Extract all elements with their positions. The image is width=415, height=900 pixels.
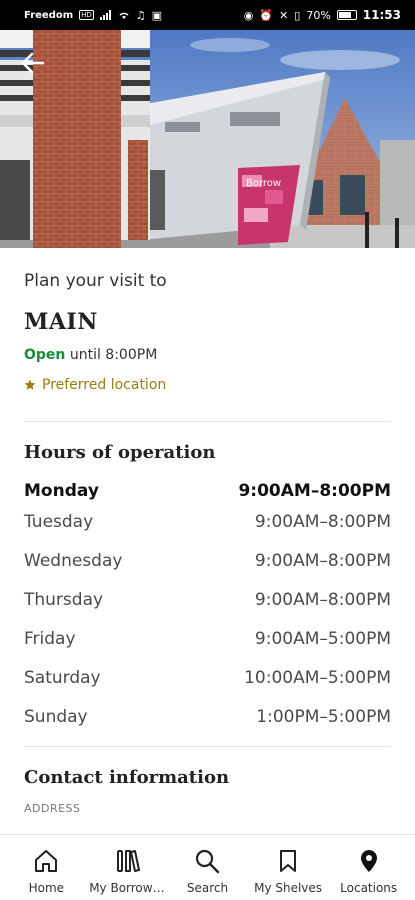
divider xyxy=(24,746,391,747)
nav-label: My Shelves xyxy=(254,881,323,895)
day-hours: 1:00PM–5:00PM xyxy=(256,707,391,727)
day-name: Sunday xyxy=(24,707,88,727)
preferred-location[interactable]: Preferred location xyxy=(24,377,391,393)
day-hours: 9:00AM–5:00PM xyxy=(254,629,391,649)
day-name: Saturday xyxy=(24,668,101,688)
nav-label: My Borrow… xyxy=(89,881,165,895)
day-hours: 9:00AM–8:00PM xyxy=(254,551,391,571)
wifi-icon xyxy=(119,12,129,19)
nav-label: Locations xyxy=(340,881,398,895)
battery-icon xyxy=(336,10,357,20)
hours-row-wednesday: Wednesday 9:00AM–8:00PM xyxy=(24,551,391,590)
music-icon: ♫ xyxy=(135,8,146,22)
alarm-icon: ⏰ xyxy=(259,8,274,22)
hours-row-sunday: Sunday 1:00PM–5:00PM xyxy=(24,707,391,746)
open-status: Open xyxy=(24,347,66,363)
plan-visit-label: Plan your visit to xyxy=(24,271,167,291)
sign-text: Borrow xyxy=(246,178,281,189)
bookmark-icon xyxy=(274,847,302,875)
hours-row-monday: Monday 9:00AM–8:00PM xyxy=(24,481,391,512)
status-bar: Freedom HD ♫ ▣ ◉ ⏰ ✕ ▯ 70% 11:53 xyxy=(0,0,415,30)
battery-percent: 70% xyxy=(306,8,331,22)
hours-row-saturday: Saturday 10:00AM–5:00PM xyxy=(24,668,391,707)
nav-home[interactable]: Home xyxy=(6,835,87,900)
hours-list: Monday 9:00AM–8:00PM Tuesday 9:00AM–8:00… xyxy=(24,481,391,746)
nav-label: Search xyxy=(186,881,229,895)
clock: 11:53 xyxy=(362,8,401,22)
open-until: until 8:00PM xyxy=(69,347,158,363)
star-icon xyxy=(24,379,36,390)
hours-row-tuesday: Tuesday 9:00AM–8:00PM xyxy=(24,512,391,551)
hours-row-friday: Friday 9:00AM–5:00PM xyxy=(24,629,391,668)
day-hours: 10:00AM–5:00PM xyxy=(244,668,391,688)
nav-my-borrowing[interactable]: My Borrow… xyxy=(87,835,168,900)
contact-section-title: Contact information xyxy=(24,767,230,788)
day-name: Thursday xyxy=(24,590,104,610)
day-hours: 9:00AM–8:00PM xyxy=(254,512,391,532)
divider xyxy=(24,421,391,422)
hours-section-title: Hours of operation xyxy=(24,442,216,463)
signal-icon xyxy=(99,10,111,20)
day-name: Tuesday xyxy=(24,512,94,532)
branch-name: MAIN xyxy=(24,309,98,335)
back-arrow-icon[interactable] xyxy=(18,48,48,78)
app-notification-icon: ▣ xyxy=(151,8,163,22)
day-hours: 9:00AM–8:00PM xyxy=(254,590,391,610)
location-pin-icon xyxy=(355,847,383,875)
nav-locations[interactable]: Locations xyxy=(328,835,409,900)
carrier-name: Freedom xyxy=(24,9,74,21)
home-icon xyxy=(32,847,60,875)
hours-row-thursday: Thursday 9:00AM–8:00PM xyxy=(24,590,391,629)
network-badge: HD xyxy=(79,10,94,20)
open-status-line: Open until 8:00PM xyxy=(24,347,391,363)
day-hours: 9:00AM–8:00PM xyxy=(238,481,391,501)
branch-building-illustration: Borrow xyxy=(0,30,415,248)
eye-icon: ◉ xyxy=(243,8,254,22)
books-icon xyxy=(113,847,141,875)
preferred-label: Preferred location xyxy=(42,377,167,393)
search-icon xyxy=(193,847,221,875)
day-name: Friday xyxy=(24,629,76,649)
day-name: Monday xyxy=(24,481,99,501)
nav-my-shelves[interactable]: My Shelves xyxy=(248,835,329,900)
branch-photo: Borrow xyxy=(0,30,415,248)
day-name: Wednesday xyxy=(24,551,123,571)
address-label: ADDRESS xyxy=(24,802,81,815)
vibrate-icon: ▯ xyxy=(294,8,301,22)
bottom-navigation: Home My Borrow… Search My Shelves Locati… xyxy=(0,834,415,900)
location-details: Plan your visit to MAIN Open until 8:00P… xyxy=(0,248,415,834)
nav-search[interactable]: Search xyxy=(167,835,248,900)
mute-icon: ✕ xyxy=(279,8,289,22)
nav-label: Home xyxy=(28,881,65,895)
